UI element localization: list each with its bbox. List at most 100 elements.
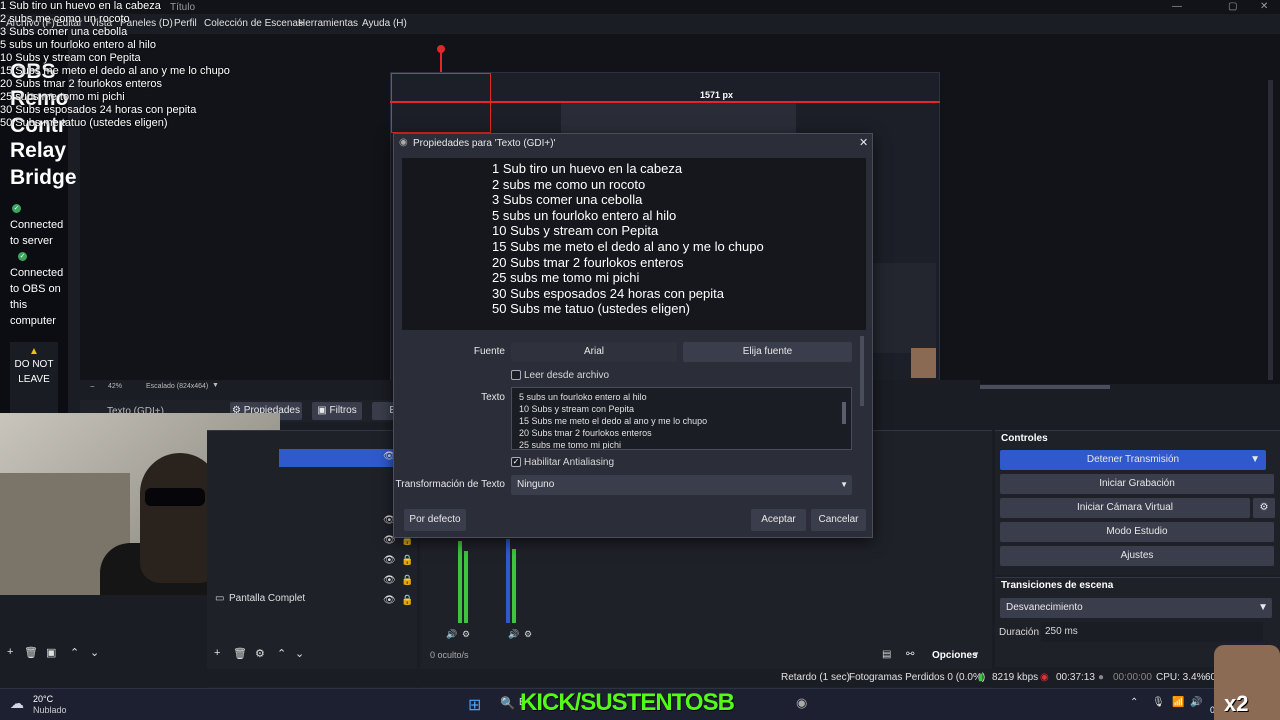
overlay-line: 20 Subs tmar 2 fourlokos enteros xyxy=(0,78,163,90)
antialias-label: Habilitar Antialiasing xyxy=(524,457,615,468)
layout-icon[interactable]: ▤ xyxy=(882,649,891,660)
add-scene-icon[interactable]: + xyxy=(7,646,13,658)
eye-icon[interactable]: 👁 xyxy=(383,575,396,586)
filter-icon[interactable]: ▣ xyxy=(46,646,56,659)
meter-bar xyxy=(512,549,516,623)
meter-bar xyxy=(458,541,462,623)
move-down-icon[interactable]: ⌄ xyxy=(295,647,304,660)
obs-app-icon[interactable]: ◉ xyxy=(796,695,807,711)
preview-line: 30 Subs esposados 24 horas con pepita xyxy=(492,285,725,301)
maximize-button[interactable]: ▢ xyxy=(1228,1,1237,12)
x2-badge: x2 xyxy=(1224,691,1249,716)
defaults-button[interactable]: Por defecto xyxy=(404,509,466,531)
move-down-icon[interactable]: ⌄ xyxy=(90,646,99,659)
dialog-scrollbar[interactable] xyxy=(860,336,864,406)
source-item-fullscreen[interactable]: Pantalla Complet xyxy=(229,593,305,604)
trash-icon[interactable]: 🗑 xyxy=(233,647,247,660)
duration-input[interactable]: 250 ms xyxy=(1041,622,1263,642)
overlay-goals-list: 1 Sub tiro un huevo en la cabeza 2 subs … xyxy=(0,0,240,130)
trash-icon[interactable]: 🗑 xyxy=(24,646,38,659)
read-file-checkbox[interactable] xyxy=(511,370,521,380)
sources-toolbar: + 🗑 ⚙ ⌃ ⌄ xyxy=(207,647,417,663)
taskbar: ☁ 20°C Nublado ⊞ 🔍 B KICK/SUSTENTOSB ◉ ⌃… xyxy=(0,688,1280,720)
accept-button[interactable]: Aceptar xyxy=(751,509,806,531)
cancel-button[interactable]: Cancelar xyxy=(811,509,866,531)
zoom-dropdown-icon[interactable]: ▼ xyxy=(212,382,219,389)
preview-line: 20 Subs tmar 2 fourlokos enteros xyxy=(492,254,684,270)
search-icon[interactable]: 🔍 xyxy=(500,696,515,710)
link-icon[interactable]: ⚯ xyxy=(906,649,914,660)
text-scrollbar[interactable] xyxy=(842,402,846,424)
controls-title: Controles xyxy=(1001,433,1048,444)
transform-select[interactable]: Ninguno ▼ xyxy=(511,475,852,495)
live-time: 00:37:13 xyxy=(1056,672,1095,683)
speaker-icon[interactable]: 🔊 xyxy=(508,629,519,640)
close-window-button[interactable]: ✕ xyxy=(1260,1,1268,12)
font-name: Arial xyxy=(511,342,677,362)
zoom-level[interactable]: 42% xyxy=(108,383,122,390)
preview-line: 50 Subs me tatuo (ustedes eligen) xyxy=(492,301,691,317)
filters-button[interactable]: ▣ Filtros xyxy=(312,402,362,420)
choose-font-button[interactable]: Elija fuente xyxy=(683,342,852,362)
meter-bar xyxy=(506,539,510,623)
start-recording-button[interactable]: Iniciar Grabación xyxy=(1000,474,1274,494)
studio-mode-button[interactable]: Modo Estudio xyxy=(1000,522,1274,542)
lock-icon[interactable]: 🔒 xyxy=(401,555,413,566)
eye-icon[interactable]: 👁 xyxy=(383,555,396,566)
server-status: Connected to server xyxy=(10,219,64,247)
relay-title-line: Relay xyxy=(10,139,67,162)
rotate-handle[interactable] xyxy=(437,45,445,53)
mixer-options[interactable]: Opciones xyxy=(932,650,978,661)
settings-icon[interactable]: ⚙ xyxy=(524,629,532,640)
preview-vscroll[interactable] xyxy=(1268,80,1273,380)
chevron-up-icon[interactable]: ⌃ xyxy=(1130,697,1138,708)
gear-icon[interactable]: ⚙ xyxy=(255,647,265,660)
eye-icon[interactable]: 👁 xyxy=(383,595,396,606)
cpu-usage: CPU: 3.4% xyxy=(1156,672,1206,683)
font-label: Fuente xyxy=(473,346,505,357)
volume-icon[interactable]: 🔊 xyxy=(1190,697,1202,708)
preview-line: 25 subs me tomo mi pichi xyxy=(492,270,640,286)
close-dialog-button[interactable]: ✕ xyxy=(859,136,868,149)
stop-stream-button[interactable]: Detener Transmisión ▼ xyxy=(1000,450,1266,470)
lock-icon[interactable]: 🔒 xyxy=(401,595,413,606)
transition-select[interactable]: Desvanecimiento ▼ xyxy=(1000,598,1272,618)
menu-help[interactable]: Ayuda (H) xyxy=(362,18,407,29)
antialias-checkbox[interactable]: ✓ xyxy=(511,457,521,467)
scenes-toolbar: + 🗑 ▣ ⌃ ⌄ xyxy=(0,646,205,662)
move-up-icon[interactable]: ⌃ xyxy=(70,646,79,659)
move-up-icon[interactable]: ⌃ xyxy=(277,647,286,660)
overlay-line: 10 Subs y stream con Pepita xyxy=(0,52,141,64)
minimize-button[interactable]: — xyxy=(1172,1,1182,12)
dialog-title: Propiedades para 'Texto (GDI+)' xyxy=(413,138,556,149)
kick-banner: KICK/SUSTENTOSB xyxy=(520,689,735,717)
settings-button[interactable]: Ajustes xyxy=(1000,546,1274,566)
hidden-count: 0 oculto/s xyxy=(430,650,469,660)
virtual-camera-button[interactable]: Iniciar Cámara Virtual xyxy=(1000,498,1250,518)
temperature: 20°C xyxy=(33,694,54,704)
status-bar: Retardo (1 sec) Fotogramas Perdidos 0 (0… xyxy=(0,669,1280,687)
overlay-line: 25 subs me tomo mi pichi xyxy=(0,91,125,103)
chevron-down-icon[interactable]: ▼ xyxy=(1250,450,1260,470)
chevron-down-icon[interactable]: ▼ xyxy=(972,650,980,659)
preview-scrollbar[interactable] xyxy=(980,385,1110,389)
text-input[interactable]: 5 subs un fourloko entero al hilo 10 Sub… xyxy=(511,387,852,450)
sources-dock: 👁 👁 👁 🔒 👁 🔒 👁 🔒 👁 🔒 ▭ Pantalla Complet +… xyxy=(207,430,417,692)
settings-icon[interactable]: ⚙ xyxy=(462,629,470,640)
windows-start-icon[interactable]: ⊞ xyxy=(468,695,481,715)
speaker-icon[interactable]: 🔊 xyxy=(446,629,457,640)
wifi-icon[interactable]: 📶 xyxy=(1172,697,1184,708)
add-source-icon[interactable]: + xyxy=(214,647,220,659)
mic-icon[interactable]: 🎙 xyxy=(1152,697,1165,708)
check-icon: ✓ xyxy=(12,204,21,213)
preview-line: 2 subs me como un rocoto xyxy=(492,176,646,192)
emote-sticker: x2 xyxy=(1214,645,1280,720)
selection-box xyxy=(391,73,491,133)
text-line: 5 subs un fourloko entero al hilo xyxy=(519,392,647,402)
lock-icon[interactable]: 🔒 xyxy=(401,575,413,586)
menu-tools[interactable]: Herramientas xyxy=(298,18,358,29)
text-line: 20 Subs tmar 2 fourlokos enteros xyxy=(519,428,652,438)
warning-box: ▲ DO NOT LEAVE xyxy=(10,342,58,414)
gear-icon[interactable]: ⚙ xyxy=(1253,498,1275,518)
monitor-icon: ▭ xyxy=(215,593,225,604)
